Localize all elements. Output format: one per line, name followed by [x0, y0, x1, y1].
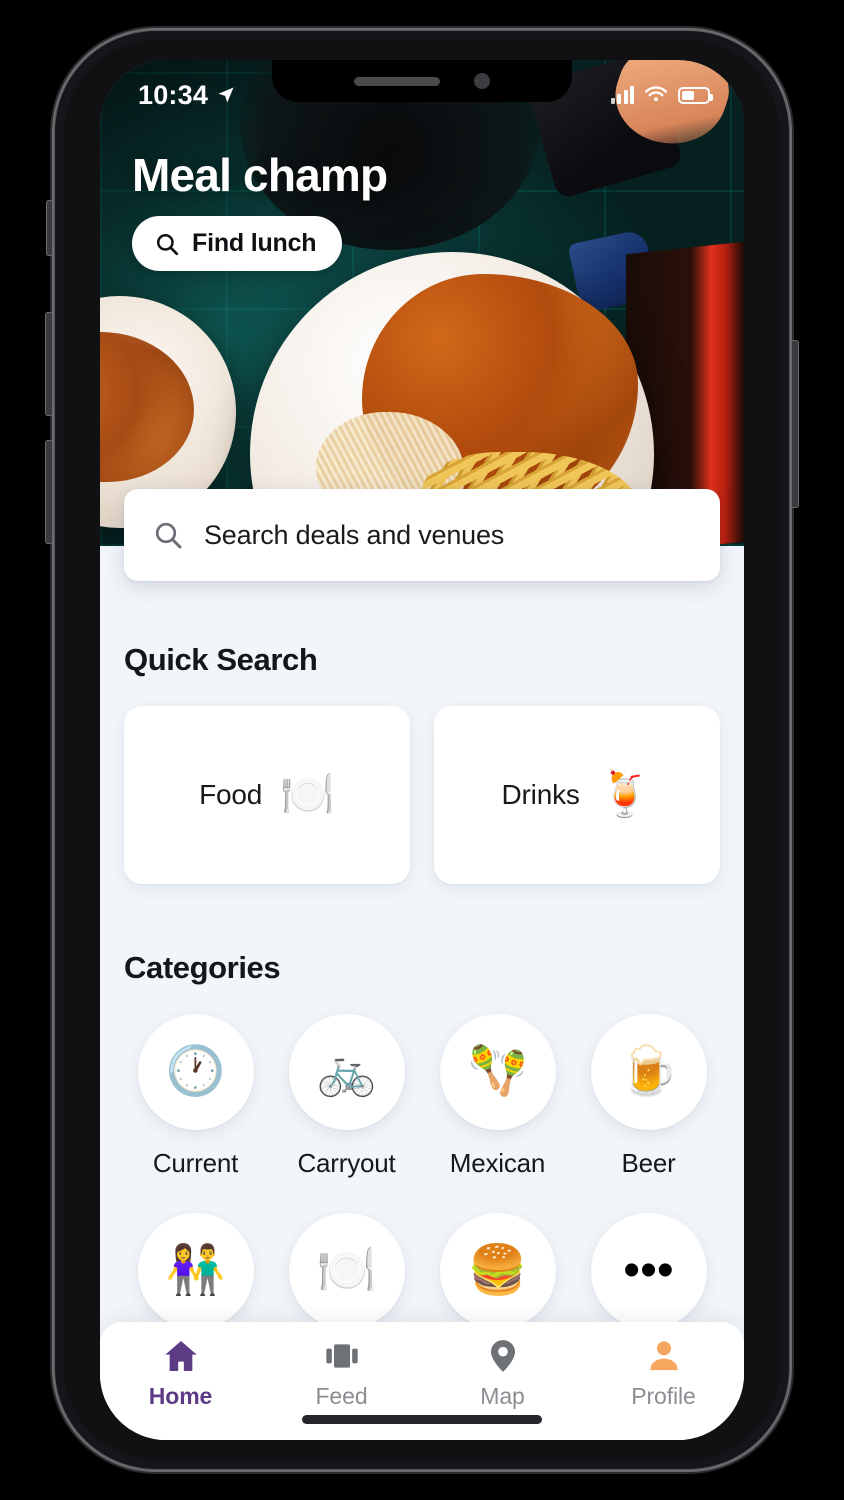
tab-profile[interactable]: Profile	[583, 1336, 744, 1410]
volume-down-button[interactable]	[45, 440, 53, 544]
battery-icon	[678, 86, 713, 104]
tab-label: Feed	[315, 1383, 368, 1409]
quick-search-label: Drinks	[501, 779, 580, 810]
hero-image	[100, 60, 744, 546]
bicycle-icon: 🚲	[288, 1014, 405, 1130]
status-bar-time: 10:34	[138, 79, 209, 110]
tab-label: Profile	[631, 1383, 696, 1409]
category-label: Mexican	[449, 1148, 546, 1178]
tab-label: Map	[480, 1383, 525, 1409]
couple-icon: 👫	[137, 1213, 254, 1329]
person-icon	[649, 1341, 678, 1371]
cellular-signal-icon	[610, 86, 634, 104]
search-bar[interactable]: Search deals and venues	[124, 489, 720, 581]
find-lunch-label: Find lunch	[192, 229, 317, 257]
categories-grid: 🕐 Current 🚲 Carryout 🪇 Mexican 🍺 Beer 👫 …	[124, 1014, 720, 1347]
find-lunch-button[interactable]: Find lunch	[132, 216, 343, 271]
quick-search-card-food[interactable]: Food 🍽️	[124, 706, 410, 884]
more-dots-icon: •••	[590, 1213, 707, 1329]
page-title: Meal champ	[132, 149, 388, 201]
category-item-carryout[interactable]: 🚲 Carryout	[275, 1014, 418, 1179]
plate-cutlery-icon: 🍽️	[280, 770, 335, 819]
status-bar-left: 10:34	[138, 80, 236, 111]
tropical-drink-icon: 🍹	[597, 770, 653, 819]
search-input[interactable]: Search deals and venues	[204, 520, 504, 551]
beer-mug-icon: 🍺	[590, 1014, 707, 1130]
wifi-icon	[645, 86, 667, 102]
quick-search-row: Food 🍽️ Drinks 🍹	[124, 706, 720, 884]
feed-icon	[325, 1344, 358, 1368]
home-icon	[164, 1341, 197, 1371]
tab-feed[interactable]: Feed	[261, 1336, 422, 1410]
category-label: Current	[152, 1148, 239, 1178]
quick-search-label: Food	[199, 779, 263, 810]
tab-label: Home	[148, 1383, 213, 1409]
power-button[interactable]	[791, 340, 799, 508]
quick-search-heading: Quick Search	[124, 642, 318, 677]
phone-notch	[272, 60, 572, 102]
category-label: Beer	[621, 1148, 676, 1178]
plate-cutlery-icon: 🍽️	[288, 1213, 405, 1329]
tab-home[interactable]: Home	[100, 1336, 261, 1410]
volume-up-button[interactable]	[45, 312, 53, 416]
category-item-current[interactable]: 🕐 Current	[124, 1014, 267, 1179]
search-icon	[155, 522, 182, 549]
category-item-beer[interactable]: 🍺 Beer	[577, 1014, 720, 1179]
categories-heading: Categories	[124, 950, 281, 985]
phone-screen: 10:34 Meal champ Find lunch Search deals…	[100, 60, 744, 1440]
hamburger-icon: 🍔	[439, 1213, 556, 1329]
location-arrow-icon	[218, 87, 234, 103]
silent-switch-button[interactable]	[46, 200, 53, 256]
tab-map[interactable]: Map	[422, 1336, 583, 1410]
earpiece-speaker	[354, 76, 440, 86]
main-content: Quick Search Food 🍽️ Drinks 🍹 Categories…	[100, 546, 744, 1440]
maracas-icon: 🪇	[439, 1014, 556, 1130]
map-pin-icon	[490, 1340, 515, 1372]
hero-content: Meal champ Find lunch	[132, 148, 388, 271]
clock-icon: 🕐	[137, 1014, 254, 1130]
category-item-mexican[interactable]: 🪇 Mexican	[426, 1014, 569, 1179]
search-icon	[156, 233, 179, 255]
quick-search-card-drinks[interactable]: Drinks 🍹	[434, 706, 720, 884]
home-indicator[interactable]	[302, 1415, 542, 1424]
status-bar-right	[610, 86, 713, 104]
front-camera	[474, 73, 490, 89]
category-label: Carryout	[297, 1148, 396, 1178]
